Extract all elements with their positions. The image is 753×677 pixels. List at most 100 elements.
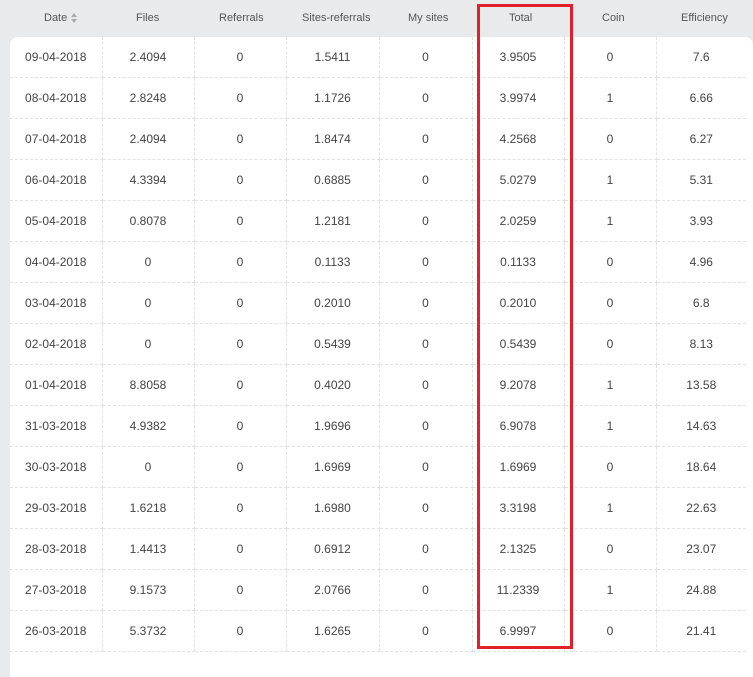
cell-my-sites: 0 xyxy=(379,323,473,365)
cell-coin: 0 xyxy=(564,528,657,570)
cell-date: 06-04-2018 xyxy=(10,159,103,201)
cell-referrals: 0 xyxy=(194,200,287,242)
cell-sites-referrals: 0.4020 xyxy=(286,364,380,406)
column-header-total[interactable]: Total xyxy=(509,12,532,24)
cell-my-sites: 0 xyxy=(379,405,473,447)
cell-date: 07-04-2018 xyxy=(10,118,103,160)
cell-files: 4.9382 xyxy=(102,405,195,447)
cell-referrals: 0 xyxy=(194,37,287,78)
cell-sites-referrals: 1.6265 xyxy=(286,610,380,652)
table-row: 07-04-2018 2.4094 0 1.8474 0 4.2568 0 6.27 xyxy=(10,118,746,160)
cell-files: 0 xyxy=(102,323,195,365)
cell-efficiency: 22.63 xyxy=(656,487,746,529)
table-row: 04-04-2018 0 0 0.1133 0 0.1133 0 4.96 xyxy=(10,241,746,283)
cell-my-sites: 0 xyxy=(379,200,473,242)
cell-total: 3.9505 xyxy=(472,37,565,78)
cell-coin: 1 xyxy=(564,159,657,201)
cell-date: 31-03-2018 xyxy=(10,405,103,447)
cell-referrals: 0 xyxy=(194,569,287,611)
cell-files: 0 xyxy=(102,282,195,324)
cell-efficiency: 23.07 xyxy=(656,528,746,570)
cell-coin: 1 xyxy=(564,569,657,611)
cell-files: 2.8248 xyxy=(102,77,195,119)
cell-total: 11.2339 xyxy=(472,569,565,611)
cell-coin: 0 xyxy=(564,241,657,283)
cell-sites-referrals: 1.1726 xyxy=(286,77,380,119)
cell-sites-referrals: 1.2181 xyxy=(286,200,380,242)
column-header-files[interactable]: Files xyxy=(136,12,159,24)
cell-date: 04-04-2018 xyxy=(10,241,103,283)
cell-referrals: 0 xyxy=(194,487,287,529)
table-row: 31-03-2018 4.9382 0 1.9696 0 6.9078 1 14.63 xyxy=(10,405,746,447)
cell-referrals: 0 xyxy=(194,282,287,324)
cell-files: 5.3732 xyxy=(102,610,195,652)
cell-files: 2.4094 xyxy=(102,118,195,160)
cell-sites-referrals: 0.6912 xyxy=(286,528,380,570)
cell-my-sites: 0 xyxy=(379,282,473,324)
cell-total: 1.6969 xyxy=(472,446,565,488)
column-header-my-sites[interactable]: My sites xyxy=(408,12,448,24)
cell-efficiency: 18.64 xyxy=(656,446,746,488)
table-row: 27-03-2018 9.1573 0 2.0766 0 11.2339 1 24.88 xyxy=(10,569,746,611)
table-row: 29-03-2018 1.6218 0 1.6980 0 3.3198 1 22.63 xyxy=(10,487,746,529)
cell-date: 28-03-2018 xyxy=(10,528,103,570)
table-row: 30-03-2018 0 0 1.6969 0 1.6969 0 18.64 xyxy=(10,446,746,488)
cell-efficiency: 6.8 xyxy=(656,282,746,324)
cell-sites-referrals: 0.2010 xyxy=(286,282,380,324)
cell-total: 0.5439 xyxy=(472,323,565,365)
cell-sites-referrals: 1.6980 xyxy=(286,487,380,529)
cell-date: 05-04-2018 xyxy=(10,200,103,242)
cell-my-sites: 0 xyxy=(379,446,473,488)
cell-sites-referrals: 1.5411 xyxy=(286,37,380,78)
cell-files: 9.1573 xyxy=(102,569,195,611)
table-row: 09-04-2018 2.4094 0 1.5411 0 3.9505 0 7.6 xyxy=(10,37,746,78)
cell-referrals: 0 xyxy=(194,118,287,160)
cell-my-sites: 0 xyxy=(379,118,473,160)
cell-total: 6.9997 xyxy=(472,610,565,652)
cell-coin: 0 xyxy=(564,37,657,78)
cell-coin: 0 xyxy=(564,282,657,324)
cell-total: 9.2078 xyxy=(472,364,565,406)
cell-total: 6.9078 xyxy=(472,405,565,447)
cell-coin: 1 xyxy=(564,77,657,119)
cell-date: 29-03-2018 xyxy=(10,487,103,529)
cell-coin: 1 xyxy=(564,405,657,447)
cell-files: 8.8058 xyxy=(102,364,195,406)
column-header-efficiency[interactable]: Efficiency xyxy=(681,12,728,24)
cell-sites-referrals: 0.5439 xyxy=(286,323,380,365)
cell-sites-referrals: 2.0766 xyxy=(286,569,380,611)
cell-coin: 0 xyxy=(564,323,657,365)
cell-efficiency: 4.96 xyxy=(656,241,746,283)
cell-total: 2.1325 xyxy=(472,528,565,570)
column-header-referrals[interactable]: Referrals xyxy=(219,12,264,24)
cell-efficiency: 8.13 xyxy=(656,323,746,365)
column-header-date[interactable]: Date xyxy=(44,12,78,24)
cell-coin: 0 xyxy=(564,118,657,160)
cell-my-sites: 0 xyxy=(379,364,473,406)
cell-efficiency: 24.88 xyxy=(656,569,746,611)
cell-my-sites: 0 xyxy=(379,241,473,283)
column-header-coin[interactable]: Coin xyxy=(602,12,625,24)
cell-total: 3.3198 xyxy=(472,487,565,529)
sort-icon[interactable] xyxy=(71,13,78,24)
cell-files: 1.4413 xyxy=(102,528,195,570)
cell-my-sites: 0 xyxy=(379,37,473,78)
cell-efficiency: 7.6 xyxy=(656,37,746,78)
cell-date: 03-04-2018 xyxy=(10,282,103,324)
cell-files: 0 xyxy=(102,241,195,283)
cell-date: 27-03-2018 xyxy=(10,569,103,611)
cell-efficiency: 14.63 xyxy=(656,405,746,447)
cell-efficiency: 21.41 xyxy=(656,610,746,652)
cell-efficiency: 5.31 xyxy=(656,159,746,201)
cell-coin: 1 xyxy=(564,364,657,406)
column-header-sites-referrals[interactable]: Sites-referrals xyxy=(302,12,370,24)
cell-efficiency: 3.93 xyxy=(656,200,746,242)
cell-files: 1.6218 xyxy=(102,487,195,529)
cell-files: 4.3394 xyxy=(102,159,195,201)
cell-total: 0.2010 xyxy=(472,282,565,324)
cell-date: 01-04-2018 xyxy=(10,364,103,406)
table-row: 08-04-2018 2.8248 0 1.1726 0 3.9974 1 6.66 xyxy=(10,77,746,119)
table-row: 26-03-2018 5.3732 0 1.6265 0 6.9997 0 21.41 xyxy=(10,610,746,652)
cell-total: 2.0259 xyxy=(472,200,565,242)
table-row: 01-04-2018 8.8058 0 0.4020 0 9.2078 1 13.58 xyxy=(10,364,746,406)
